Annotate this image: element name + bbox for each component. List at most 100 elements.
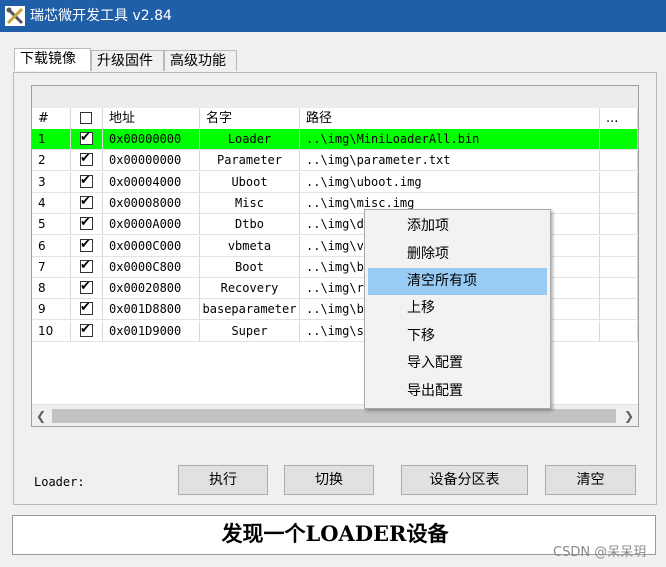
checkmark-icon: ✔ [80, 151, 91, 167]
menu-item-delete[interactable]: 删除项 [368, 241, 547, 268]
loader-status-label: Loader: [34, 475, 85, 489]
row-num: 8 [32, 278, 71, 300]
tab-advanced[interactable]: 高级功能 [164, 50, 237, 71]
row-more[interactable] [600, 129, 638, 150]
row-path[interactable]: ..\img\MiniLoaderAll.bin [300, 129, 600, 150]
row-name: Loader [200, 129, 300, 150]
table-top-strip [32, 86, 638, 109]
row-num: 5 [32, 214, 71, 236]
partition-table-button[interactable]: 设备分区表 [401, 465, 528, 495]
main-window: 下载镜像 升级固件 高级功能 # 地址 名字 路径 ... 1 ✔ 0x000000… [0, 32, 666, 567]
row-num: 2 [32, 150, 71, 172]
row-num: 7 [32, 256, 71, 278]
row-checkbox[interactable]: ✔ [80, 151, 93, 167]
row-checkbox[interactable]: ✔ [80, 130, 93, 145]
header-more[interactable]: ... [600, 108, 638, 129]
row-check-cell[interactable]: ✔ [71, 192, 103, 214]
row-check-cell[interactable]: ✔ [71, 235, 103, 257]
table-row[interactable]: 1 ✔ 0x00000000 Loader ..\img\MiniLoaderAll.b… [32, 129, 638, 150]
clear-button[interactable]: 清空 [545, 465, 636, 495]
row-name: Super [200, 320, 300, 342]
header-path[interactable]: 路径 [300, 108, 600, 129]
row-checkbox[interactable]: ✔ [80, 300, 93, 316]
row-more[interactable] [600, 320, 638, 342]
header-check-all[interactable] [71, 108, 103, 129]
menu-item-move-down[interactable]: 下移 [368, 323, 547, 350]
row-address: 0x001D9000 [103, 320, 200, 342]
scrollbar-thumb[interactable] [52, 409, 616, 423]
row-checkbox[interactable]: ✔ [80, 172, 93, 188]
row-address: 0x00008000 [103, 192, 200, 214]
execute-button[interactable]: 执行 [178, 465, 268, 495]
tab-download-image[interactable]: 下载镜像 [14, 48, 91, 71]
menu-item-import-config[interactable]: 导入配置 [368, 350, 547, 377]
row-num: 4 [32, 192, 71, 214]
row-name: Dtbo [200, 214, 300, 236]
row-check-cell[interactable]: ✔ [71, 150, 103, 172]
row-more[interactable] [600, 235, 638, 257]
row-address: 0x00000000 [103, 129, 200, 150]
header-num[interactable]: # [32, 108, 71, 129]
menu-item-move-up[interactable]: 上移 [368, 295, 547, 322]
row-address: 0x0000C800 [103, 256, 200, 278]
row-check-cell[interactable]: ✔ [71, 214, 103, 236]
row-more[interactable] [600, 299, 638, 321]
tools-icon [5, 6, 25, 26]
download-image-panel: # 地址 名字 路径 ... 1 ✔ 0x00000000 Loader ..\img\… [13, 72, 657, 505]
checkmark-icon: ✔ [80, 321, 91, 337]
menu-item-export-config[interactable]: 导出配置 [368, 378, 547, 405]
row-address: 0x001D8800 [103, 299, 200, 321]
table-header: # 地址 名字 路径 ... [32, 108, 638, 130]
row-more[interactable] [600, 256, 638, 278]
header-name[interactable]: 名字 [200, 108, 300, 129]
row-name: Recovery [200, 278, 300, 300]
chevron-left-icon[interactable]: ❮ [32, 405, 50, 426]
header-address[interactable]: 地址 [103, 108, 200, 129]
row-path[interactable]: ..\img\parameter.txt [300, 150, 600, 172]
row-checkbox[interactable]: ✔ [80, 258, 93, 273]
row-num: 10 [32, 320, 71, 342]
row-more[interactable] [600, 214, 638, 236]
watermark: CSDN @呆呆玥 [553, 545, 647, 560]
row-more[interactable] [600, 171, 638, 193]
row-num: 9 [32, 299, 71, 321]
context-menu: 添加项 删除项 清空所有项 上移 下移 导入配置 导出配置 [364, 209, 551, 409]
menu-item-clear-all[interactable]: 清空所有项 [368, 268, 547, 295]
switch-button[interactable]: 切换 [284, 465, 374, 495]
row-checkbox[interactable]: ✔ [80, 236, 93, 252]
row-more[interactable] [600, 278, 638, 300]
checkmark-icon: ✔ [80, 193, 91, 209]
row-checkbox[interactable]: ✔ [80, 279, 93, 295]
row-name: Uboot [200, 171, 300, 193]
checkmark-icon: ✔ [80, 279, 91, 295]
row-more[interactable] [600, 150, 638, 172]
title-bar: 瑞芯微开发工具 v2.84 [0, 0, 666, 32]
row-path[interactable]: ..\img\uboot.img [300, 171, 600, 193]
row-address: 0x00000000 [103, 150, 200, 172]
row-checkbox[interactable]: ✔ [80, 215, 93, 231]
row-address: 0x00004000 [103, 171, 200, 193]
chevron-right-icon[interactable]: ❯ [620, 405, 638, 426]
row-check-cell[interactable]: ✔ [71, 320, 103, 342]
row-check-cell[interactable]: ✔ [71, 299, 103, 321]
table-row[interactable]: 3 ✔ 0x00004000 Uboot ..\img\uboot.img [32, 171, 638, 193]
checkmark-icon: ✔ [80, 172, 91, 188]
row-checkbox[interactable]: ✔ [80, 321, 93, 337]
check-all-checkbox[interactable] [80, 112, 92, 124]
menu-item-add[interactable]: 添加项 [368, 213, 547, 240]
row-name: vbmeta [200, 235, 300, 257]
row-name: baseparameter [200, 299, 300, 321]
row-address: 0x00020800 [103, 278, 200, 300]
table-row[interactable]: 2 ✔ 0x00000000 Parameter ..\img\parameter.tx… [32, 150, 638, 172]
row-check-cell[interactable]: ✔ [71, 278, 103, 300]
row-address: 0x0000C000 [103, 235, 200, 257]
row-check-cell[interactable]: ✔ [71, 171, 103, 193]
checkmark-icon: ✔ [80, 236, 91, 252]
window-title: 瑞芯微开发工具 v2.84 [30, 8, 172, 24]
row-checkbox[interactable]: ✔ [80, 193, 93, 209]
row-num: 1 [32, 129, 71, 150]
tab-upgrade-firmware[interactable]: 升级固件 [91, 50, 164, 71]
row-more[interactable] [600, 192, 638, 214]
row-check-cell[interactable]: ✔ [71, 129, 103, 150]
row-check-cell[interactable]: ✔ [71, 256, 103, 278]
